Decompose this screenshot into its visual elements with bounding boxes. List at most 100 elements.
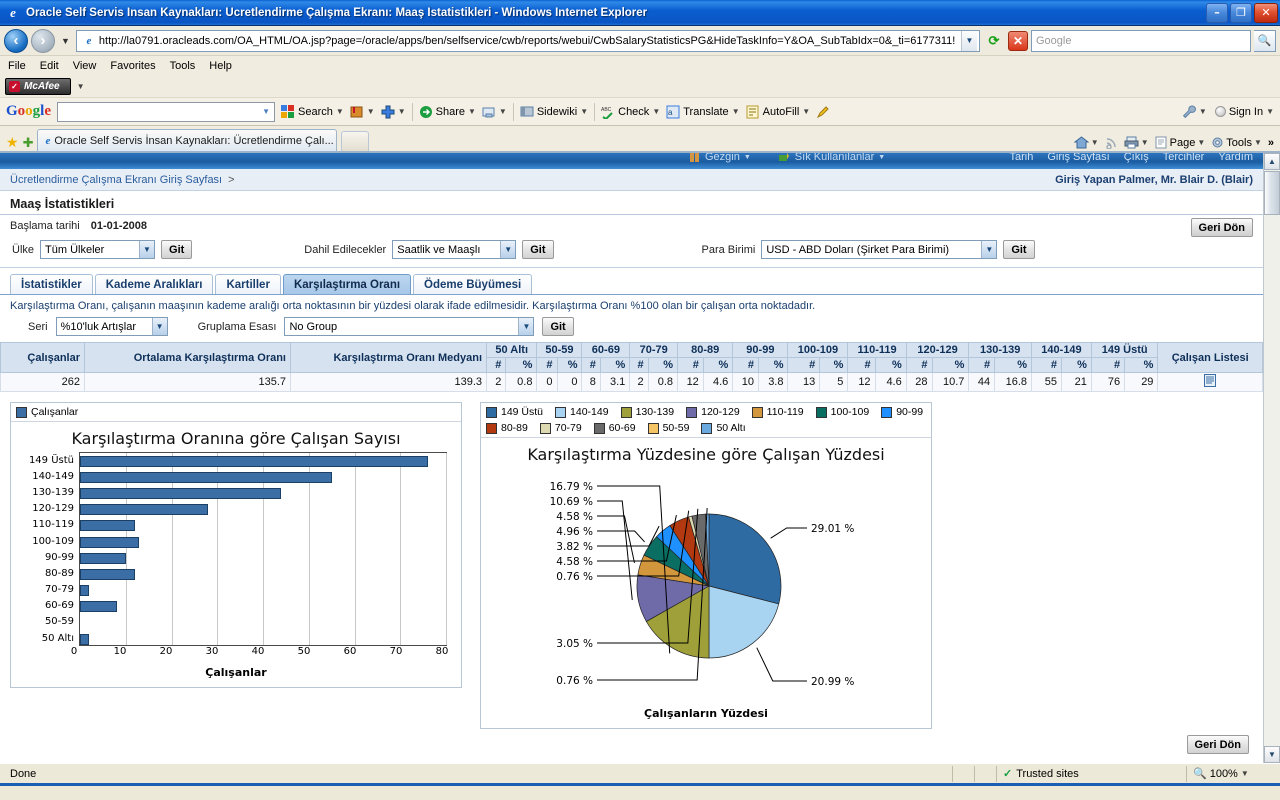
favorites-star-icon[interactable]: ★ — [6, 134, 19, 151]
bar-120-129[interactable] — [80, 504, 209, 516]
th-calisanlar[interactable]: Çalışanlar — [0, 342, 85, 373]
tools-chevron-down-icon[interactable]: ▼ — [1254, 138, 1262, 147]
refresh-icon[interactable]: ⟳ — [983, 30, 1005, 52]
tab-odeme-buyumesi[interactable]: Ödeme Büyümesi — [413, 274, 533, 294]
nav-link-logout[interactable]: Çıkış — [1124, 153, 1149, 163]
nav-link-home[interactable]: Giriş Sayfası — [1047, 153, 1109, 163]
nav-link-help[interactable]: Yardım — [1218, 153, 1253, 163]
google-chevron-down-icon[interactable]: ▼ — [258, 107, 274, 116]
minimize-button[interactable]: – — [1206, 2, 1228, 23]
maximize-button[interactable]: ❐ — [1230, 2, 1252, 23]
bar-149 Üstü[interactable] — [80, 455, 428, 467]
tools-menu-button[interactable]: Tools ▼ — [1211, 136, 1262, 149]
menu-item-edit[interactable]: Edit — [40, 60, 59, 72]
mcafee-button[interactable]: ✓ McAfee — [5, 78, 71, 95]
th-medyan[interactable]: Karşılaştırma Oranı Medyanı — [290, 342, 487, 373]
add-chevron-down-icon[interactable]: ▼ — [398, 107, 406, 116]
share-chevron-down-icon[interactable]: ▼ — [468, 107, 476, 116]
country-chevron-down-icon[interactable]: ▼ — [139, 241, 155, 258]
google-share-button[interactable]: Share ▼ — [419, 105, 476, 119]
feeds-button[interactable] — [1105, 136, 1118, 149]
stop-close-icon[interactable]: ✕ — [1008, 30, 1028, 51]
tab-karsilastirma-orani[interactable]: Karşılaştırma Oranı — [282, 274, 412, 294]
sidewiki-chevron-down-icon[interactable]: ▼ — [580, 107, 588, 116]
forward-button-icon[interactable]: › — [31, 28, 55, 53]
menu-item-view[interactable]: View — [73, 60, 97, 72]
back-button-top[interactable]: Geri Dön — [1190, 218, 1253, 237]
scroll-up-icon[interactable]: ▲ — [1264, 153, 1280, 170]
signin-chevron-down-icon[interactable]: ▼ — [1266, 107, 1274, 116]
google-signin-button[interactable]: Sign In ▼ — [1214, 106, 1274, 118]
home-button[interactable]: ▼ — [1073, 136, 1099, 149]
google-check-button[interactable]: ABC Check ▼ — [601, 105, 660, 119]
navigator-chevron-down-icon[interactable]: ▼ — [744, 154, 751, 161]
zoom-control[interactable]: 🔍 100% ▼ — [1186, 765, 1276, 782]
google-search-input[interactable]: ▼ — [57, 101, 276, 122]
zoom-chevron-down-icon[interactable]: ▼ — [1241, 769, 1249, 778]
include-go-button[interactable]: Git — [522, 240, 554, 259]
bar-140-149[interactable] — [80, 471, 332, 483]
google-bookmarks-button[interactable]: ▼ — [350, 105, 375, 119]
print-button[interactable]: ▼ — [1124, 136, 1149, 149]
google-settings-button[interactable]: ▼ — [1182, 105, 1207, 119]
menu-item-help[interactable]: Help — [209, 60, 232, 72]
address-bar[interactable]: e http://la0791.oracleads.com/OA_HTML/OA… — [75, 29, 980, 52]
tab-kartiller[interactable]: Kartiller — [215, 274, 281, 294]
google-add-button[interactable]: ▼ — [381, 105, 406, 119]
nav-link-tarih[interactable]: Tarih — [1010, 153, 1034, 163]
recent-pages-chevron-down-icon[interactable]: ▼ — [58, 36, 73, 46]
bar-90-99[interactable] — [80, 552, 126, 564]
menu-item-favorites[interactable]: Favorites — [110, 60, 155, 72]
address-chevron-down-icon[interactable]: ▼ — [961, 30, 977, 51]
page-menu-button[interactable]: Page ▼ — [1155, 136, 1205, 149]
bar-110-119[interactable] — [80, 520, 135, 532]
google-sendto-button[interactable]: ▼ — [482, 105, 507, 119]
currency-chevron-down-icon[interactable]: ▼ — [981, 241, 997, 258]
currency-go-button[interactable]: Git — [1003, 240, 1035, 259]
add-to-favorites-icon[interactable]: ✚ — [23, 135, 34, 151]
menu-item-file[interactable]: File — [8, 60, 26, 72]
print-chevron-down-icon[interactable]: ▼ — [1141, 138, 1149, 147]
bar-130-139[interactable] — [80, 487, 282, 499]
search-chevron-down-icon[interactable]: ▼ — [336, 107, 344, 116]
include-select[interactable]: Saatlik ve Maaşlı ▼ — [392, 240, 517, 259]
google-translate-button[interactable]: a Translate ▼ — [666, 105, 740, 119]
favorites-chevron-down-icon[interactable]: ▼ — [878, 154, 885, 161]
page-scrollbar[interactable]: ▲ ▼ — [1263, 153, 1280, 763]
scroll-down-icon[interactable]: ▼ — [1264, 746, 1280, 763]
sendto-chevron-down-icon[interactable]: ▼ — [499, 107, 507, 116]
autofill-chevron-down-icon[interactable]: ▼ — [802, 107, 810, 116]
currency-select[interactable]: USD - ABD Doları (Şirket Para Birimi) ▼ — [761, 240, 998, 259]
bookmarks-chevron-down-icon[interactable]: ▼ — [367, 107, 375, 116]
browser-tab-active[interactable]: e Oracle Self Servis İnsan Kaynakları: Ü… — [37, 129, 338, 151]
nav-navigator[interactable]: Gezgin ▼ — [690, 153, 751, 163]
new-tab-button[interactable] — [341, 131, 370, 151]
series-go-button[interactable]: Git — [542, 317, 574, 336]
close-button[interactable]: ✕ — [1254, 2, 1278, 23]
country-go-button[interactable]: Git — [161, 240, 193, 259]
bar-50 Altı[interactable] — [80, 633, 90, 645]
grouping-select[interactable]: No Group ▼ — [284, 317, 535, 336]
mcafee-chevron-down-icon[interactable]: ▼ — [77, 82, 85, 91]
nav-link-preferences[interactable]: Tercihler — [1163, 153, 1205, 163]
home-chevron-down-icon[interactable]: ▼ — [1091, 138, 1099, 147]
back-button-bottom[interactable]: Geri Dön — [1186, 735, 1249, 754]
google-sidewiki-button[interactable]: Sidewiki ▼ — [520, 105, 588, 119]
menu-item-tools[interactable]: Tools — [170, 60, 196, 72]
page-chevron-down-icon[interactable]: ▼ — [1197, 138, 1205, 147]
search-input[interactable]: Google — [1031, 29, 1251, 52]
grouping-chevron-down-icon[interactable]: ▼ — [518, 318, 534, 335]
google-search-button[interactable]: Search ▼ — [281, 104, 344, 119]
td-employee-list[interactable] — [1157, 372, 1263, 392]
tab-istatistikler[interactable]: İstatistikler — [10, 274, 93, 294]
settings-chevron-down-icon[interactable]: ▼ — [1199, 107, 1207, 116]
security-zone[interactable]: ✓ Trusted sites — [996, 765, 1186, 782]
bar-70-79[interactable] — [80, 585, 90, 597]
google-highlighter-button[interactable] — [816, 105, 830, 119]
include-chevron-down-icon[interactable]: ▼ — [500, 241, 516, 258]
back-button-icon[interactable]: ‹ — [4, 28, 28, 53]
tab-kademe-araliklari[interactable]: Kademe Aralıkları — [94, 274, 214, 294]
google-autofill-button[interactable]: AutoFill ▼ — [746, 105, 810, 119]
country-select[interactable]: Tüm Ülkeler ▼ — [40, 240, 156, 259]
translate-chevron-down-icon[interactable]: ▼ — [732, 107, 740, 116]
